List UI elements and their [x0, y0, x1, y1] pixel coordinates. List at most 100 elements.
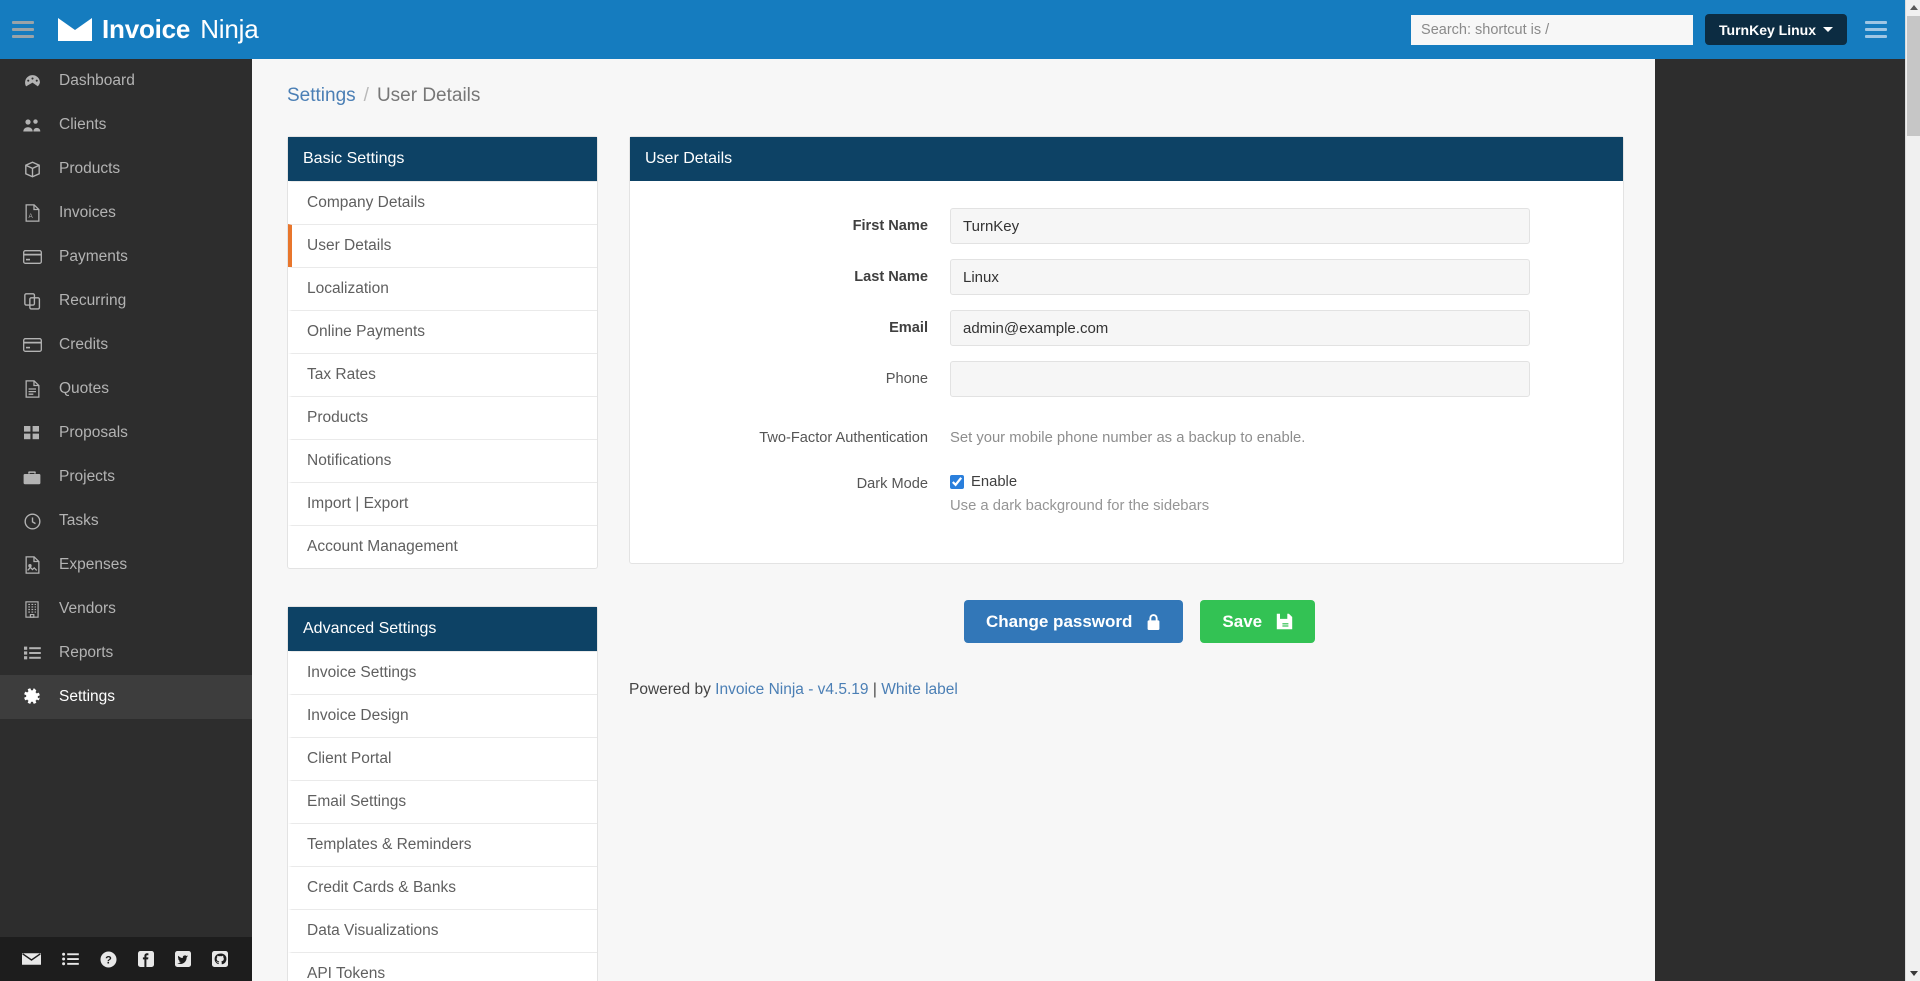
search-input[interactable]	[1411, 15, 1693, 45]
sidebar-footer-icons: ?	[0, 937, 252, 981]
settings-link-notifications[interactable]: Notifications	[288, 439, 597, 482]
credit-card-icon	[22, 250, 42, 264]
basic-settings-header: Basic Settings	[288, 137, 597, 181]
sidebar-item-vendors[interactable]: Vendors	[0, 587, 252, 631]
first-name-label: First Name	[630, 218, 950, 234]
settings-link-company-details[interactable]: Company Details	[288, 181, 597, 224]
settings-link-client-portal[interactable]: Client Portal	[288, 737, 597, 780]
powered-by-text: Powered by	[629, 681, 711, 698]
footer-separator: |	[873, 681, 877, 698]
save-button[interactable]: Save	[1200, 600, 1315, 643]
sidebar-item-payments[interactable]: Payments	[0, 235, 252, 279]
question-circle-icon[interactable]: ?	[100, 951, 117, 968]
settings-link-data-visualizations[interactable]: Data Visualizations	[288, 909, 597, 952]
settings-link-localization[interactable]: Localization	[288, 267, 597, 310]
settings-nav-column: Basic Settings Company Details User Deta…	[287, 136, 598, 981]
settings-link-api-tokens[interactable]: API Tokens	[288, 952, 597, 981]
sidebar-item-clients[interactable]: Clients	[0, 103, 252, 147]
main-content-area: Settings / User Details Basic Settings C…	[252, 59, 1655, 981]
brand-logo[interactable]: InvoiceNinja	[58, 14, 258, 45]
sidebar-item-label: Quotes	[59, 380, 109, 398]
sidebar-item-reports[interactable]: Reports	[0, 631, 252, 675]
github-icon[interactable]	[212, 951, 228, 967]
sidebar-item-label: Tasks	[59, 512, 99, 530]
sidebar-item-label: Reports	[59, 644, 113, 662]
settings-link-import-export[interactable]: Import | Export	[288, 482, 597, 525]
topnav-right-group: TurnKey Linux	[1411, 14, 1905, 45]
chevron-down-icon	[1910, 971, 1918, 976]
last-name-row: Last Name	[630, 259, 1623, 295]
form-actions: Change password Save	[629, 564, 1624, 643]
user-details-card: User Details First Name Last Name Email	[629, 136, 1624, 564]
scrollbar-up-arrow[interactable]	[1906, 0, 1920, 15]
svg-text:A: A	[28, 213, 33, 220]
change-password-button[interactable]: Change password	[964, 600, 1183, 643]
first-name-input[interactable]	[950, 208, 1530, 244]
chevron-down-icon	[1823, 27, 1833, 32]
settings-link-user-details[interactable]: User Details	[288, 224, 597, 267]
user-details-card-title: User Details	[630, 137, 1623, 181]
sidebar-item-quotes[interactable]: Quotes	[0, 367, 252, 411]
list-icon[interactable]	[62, 952, 79, 966]
envelope-icon[interactable]	[22, 952, 41, 966]
sidebar-item-expenses[interactable]: Expenses	[0, 543, 252, 587]
facebook-icon[interactable]	[138, 951, 154, 967]
last-name-input[interactable]	[950, 259, 1530, 295]
dark-mode-help-text: Use a dark background for the sidebars	[950, 498, 1209, 514]
dark-mode-control-group: Enable Use a dark background for the sid…	[950, 474, 1209, 514]
settings-link-email-settings[interactable]: Email Settings	[288, 780, 597, 823]
scrollbar-thumb[interactable]	[1907, 16, 1920, 136]
settings-link-products[interactable]: Products	[288, 396, 597, 439]
building-icon	[22, 601, 42, 618]
email-input[interactable]	[950, 310, 1530, 346]
top-navigation-bar: InvoiceNinja TurnKey Linux	[0, 0, 1905, 59]
white-label-link[interactable]: White label	[881, 681, 958, 698]
advanced-settings-header: Advanced Settings	[288, 607, 597, 651]
two-factor-status-text: Set your mobile phone number as a backup…	[950, 430, 1305, 446]
lock-icon	[1146, 613, 1161, 631]
sidebar-item-projects[interactable]: Projects	[0, 455, 252, 499]
sidebar-item-settings[interactable]: Settings	[0, 675, 252, 719]
breadcrumb-link-settings[interactable]: Settings	[287, 85, 356, 107]
sidebar-item-proposals[interactable]: Proposals	[0, 411, 252, 455]
settings-link-online-payments[interactable]: Online Payments	[288, 310, 597, 353]
users-icon	[22, 118, 42, 133]
sidebar-item-credits[interactable]: Credits	[0, 323, 252, 367]
dark-mode-enable-label[interactable]: Enable	[971, 474, 1017, 490]
image-file-icon	[22, 556, 42, 574]
settings-link-credit-cards-banks[interactable]: Credit Cards & Banks	[288, 866, 597, 909]
invoice-ninja-version-link[interactable]: Invoice Ninja - v4.5.19	[715, 681, 868, 698]
sidebar-item-recurring[interactable]: Recurring	[0, 279, 252, 323]
dark-mode-checkbox[interactable]	[950, 475, 964, 489]
email-row: Email	[630, 310, 1623, 346]
sidebar-item-tasks[interactable]: Tasks	[0, 499, 252, 543]
phone-input[interactable]	[950, 361, 1530, 397]
sidebar-item-invoices[interactable]: A Invoices	[0, 191, 252, 235]
dashboard-icon	[22, 73, 42, 90]
sidebar-item-label: Invoices	[59, 204, 116, 222]
sidebar-item-products[interactable]: Products	[0, 147, 252, 191]
page-scrollbar[interactable]	[1905, 0, 1920, 981]
hamburger-icon-right[interactable]	[1865, 21, 1887, 38]
phone-label: Phone	[630, 371, 950, 387]
two-factor-row: Two-Factor Authentication Set your mobil…	[630, 430, 1623, 446]
settings-link-invoice-design[interactable]: Invoice Design	[288, 694, 597, 737]
list-icon	[22, 646, 42, 660]
hamburger-icon[interactable]	[12, 21, 34, 38]
right-dark-sidebar	[1655, 59, 1905, 981]
user-details-form: First Name Last Name Email Phone	[630, 181, 1623, 563]
svg-text:?: ?	[105, 954, 112, 966]
footer-credit: Powered by Invoice Ninja - v4.5.19 | Whi…	[629, 643, 1624, 699]
twitter-icon[interactable]	[175, 951, 191, 967]
scrollbar-down-arrow[interactable]	[1906, 966, 1920, 981]
chevron-up-icon	[1910, 5, 1918, 10]
sidebar-item-label: Clients	[59, 116, 106, 134]
main-sidebar: Dashboard Clients Products A Invoices	[0, 59, 252, 981]
settings-link-tax-rates[interactable]: Tax Rates	[288, 353, 597, 396]
dark-mode-checkbox-line: Enable	[950, 474, 1209, 490]
sidebar-item-dashboard[interactable]: Dashboard	[0, 59, 252, 103]
user-account-dropdown-button[interactable]: TurnKey Linux	[1705, 14, 1847, 45]
settings-link-account-management[interactable]: Account Management	[288, 525, 597, 568]
settings-link-invoice-settings[interactable]: Invoice Settings	[288, 651, 597, 694]
settings-link-templates-reminders[interactable]: Templates & Reminders	[288, 823, 597, 866]
